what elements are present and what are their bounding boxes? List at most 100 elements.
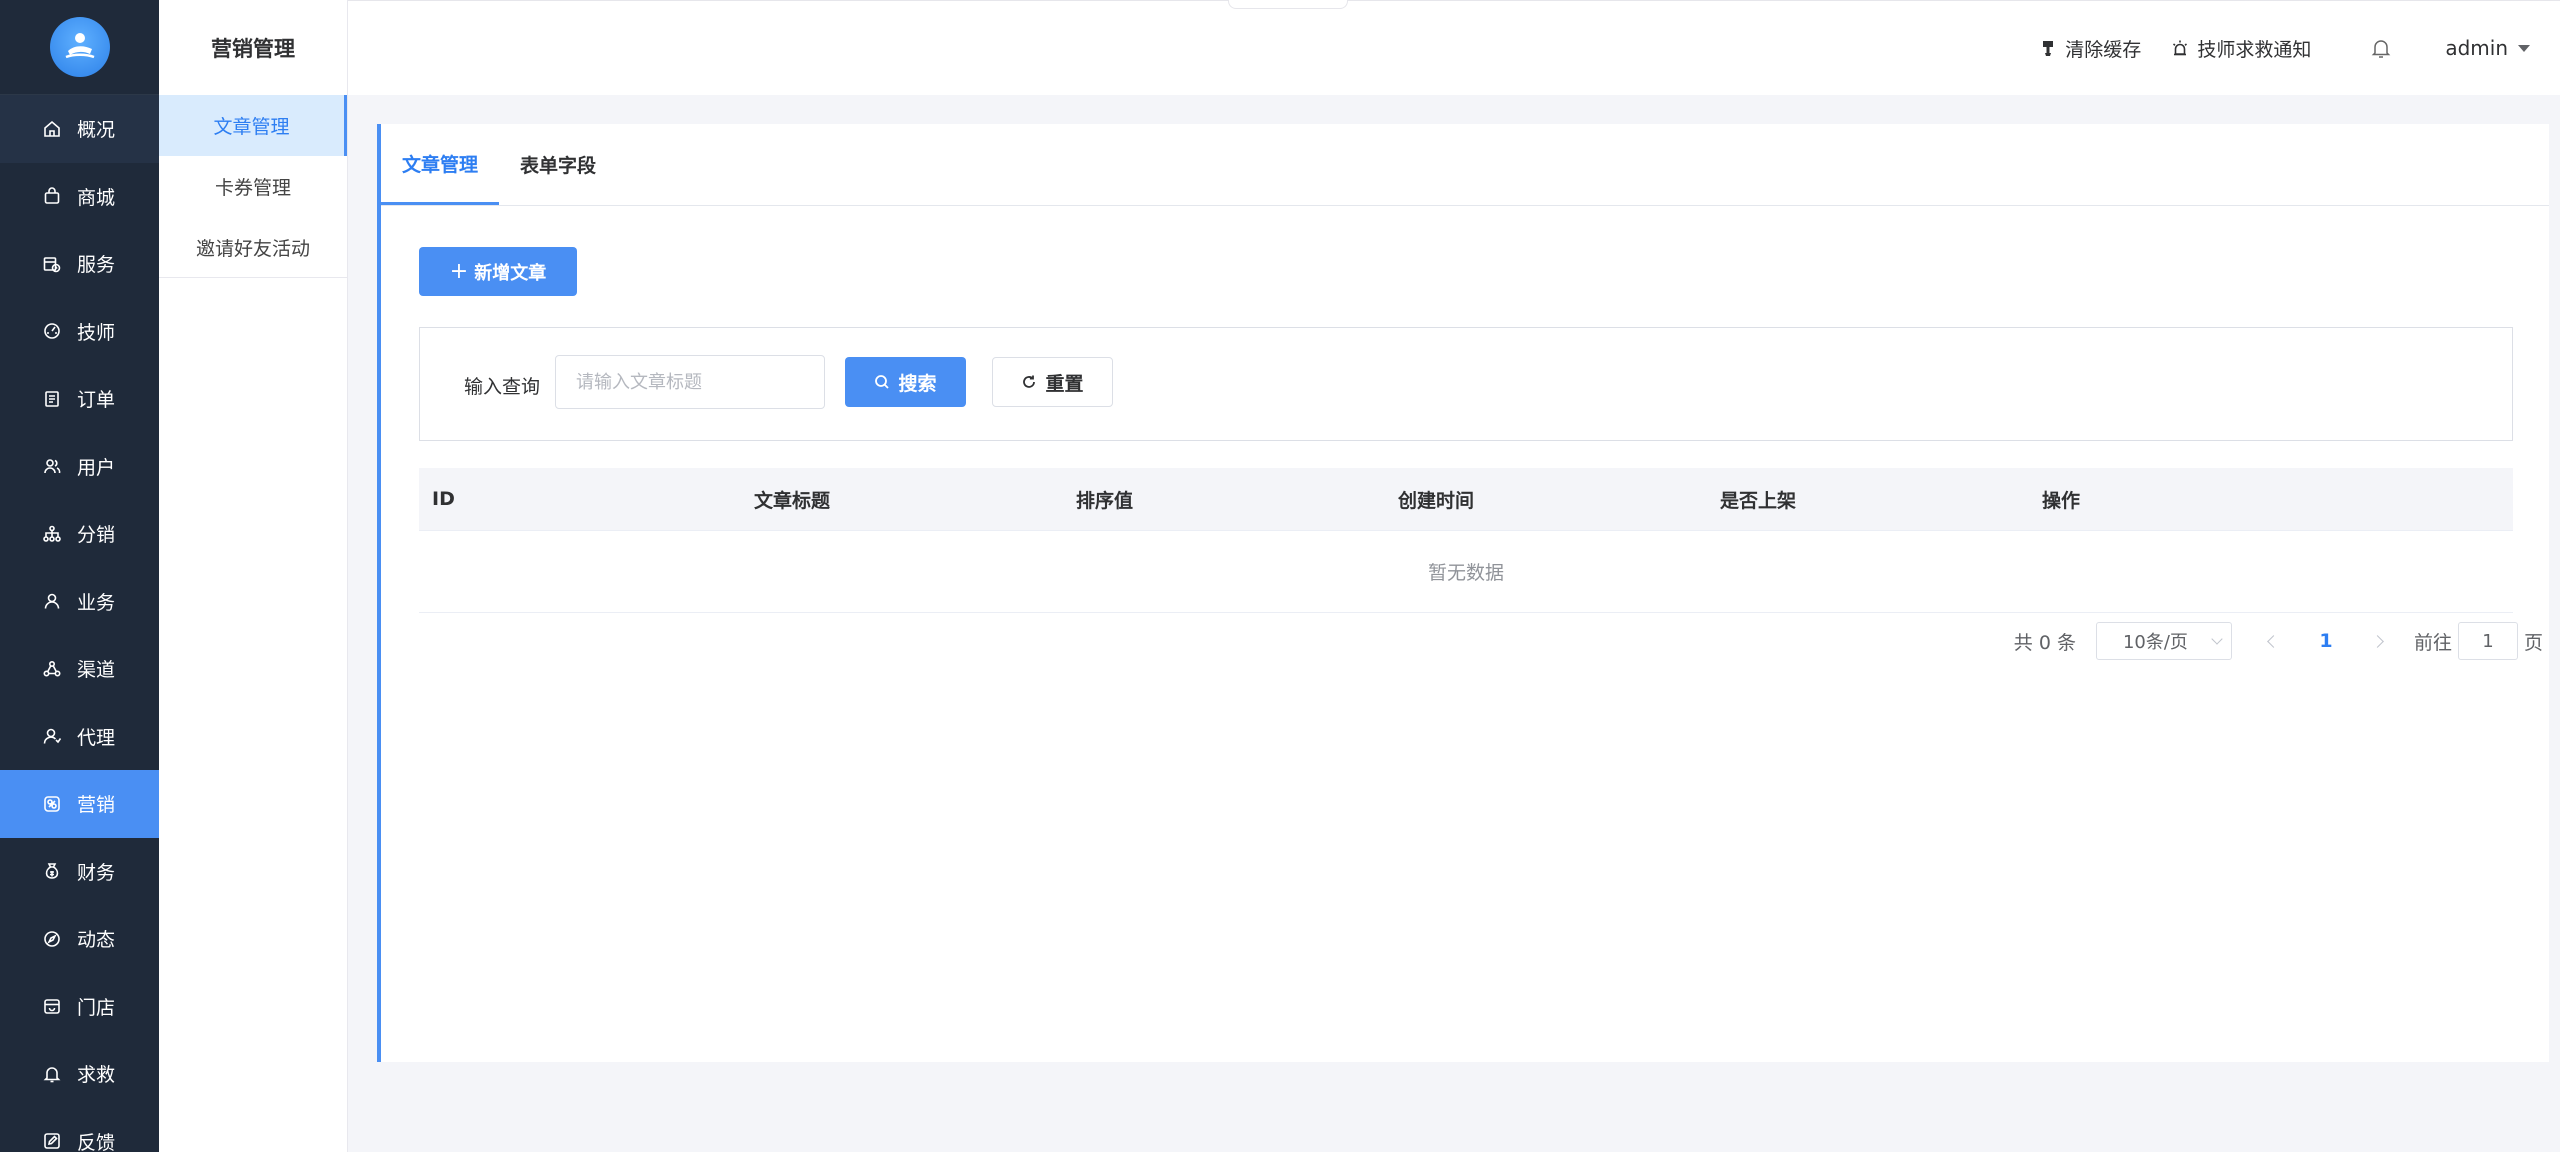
nav-item-feed[interactable]: 动态 bbox=[0, 905, 159, 973]
article-title-search-input[interactable] bbox=[555, 355, 825, 409]
prev-page-button[interactable] bbox=[2256, 634, 2292, 648]
filter-label: 输入查询 bbox=[464, 376, 541, 398]
marketing-icon bbox=[42, 794, 62, 814]
empty-state: 暂无数据 bbox=[419, 531, 2513, 613]
logo-area bbox=[0, 0, 159, 95]
nav-item-label: 服务 bbox=[77, 254, 116, 277]
nav-item-label: 动态 bbox=[77, 929, 116, 952]
nav-item-users[interactable]: 用户 bbox=[0, 433, 159, 501]
chevron-right-icon bbox=[2371, 634, 2385, 648]
nav-item-overview[interactable]: 概况 bbox=[0, 95, 159, 163]
clear-cache-label: 清除缓存 bbox=[2065, 38, 2142, 61]
nav-item-label: 概况 bbox=[77, 119, 116, 142]
nav-item-agent[interactable]: 代理 bbox=[0, 703, 159, 771]
column-header-published: 是否上架 bbox=[1720, 489, 1797, 512]
search-icon bbox=[875, 375, 890, 389]
next-page-button[interactable] bbox=[2360, 634, 2396, 648]
chevron-left-icon bbox=[2267, 634, 2281, 648]
nav-item-label: 订单 bbox=[77, 389, 116, 412]
pagination: 共 0 条 10条/页 1 前往 页 bbox=[2014, 622, 2543, 660]
nav-item-label: 商城 bbox=[77, 186, 116, 209]
nav-item-label: 渠道 bbox=[77, 659, 116, 682]
search-button[interactable]: 搜索 bbox=[845, 357, 966, 407]
store-icon bbox=[42, 996, 62, 1016]
collapse-handle[interactable] bbox=[1228, 0, 1348, 9]
nav-item-store[interactable]: 门店 bbox=[0, 973, 159, 1041]
dashboard-icon bbox=[42, 321, 62, 341]
nav-item-mall[interactable]: 商城 bbox=[0, 163, 159, 231]
table-header: ID 文章标题 排序值 创建时间 是否上架 操作 bbox=[419, 468, 2513, 531]
shopping-bag-icon bbox=[42, 186, 62, 206]
page-size-select[interactable]: 10条/页 bbox=[2095, 622, 2232, 660]
sos-notice-button[interactable]: 技师求救通知 bbox=[2171, 35, 2311, 62]
page-size-value: 10条/页 bbox=[2122, 632, 2188, 653]
nav-item-distribution[interactable]: 分销 bbox=[0, 500, 159, 568]
column-header-id: ID bbox=[432, 488, 455, 510]
sos-notice-label: 技师求救通知 bbox=[2197, 38, 2312, 61]
nav-item-feedback[interactable]: 反馈 bbox=[0, 1108, 159, 1152]
nav-item-finance[interactable]: 财务 bbox=[0, 838, 159, 906]
nav-item-label: 用户 bbox=[77, 456, 116, 479]
users-icon bbox=[42, 456, 62, 476]
user-menu[interactable]: admin bbox=[2445, 36, 2530, 60]
goto-page-input[interactable] bbox=[2457, 622, 2518, 660]
main-sidebar: 概况 商城 服务 技师 订单 用户 分销 业务 渠道 代理 营销 财务 动态 门… bbox=[0, 0, 159, 1152]
app-logo[interactable] bbox=[49, 17, 110, 77]
nav-item-label: 代理 bbox=[77, 726, 116, 749]
sub-sidebar-title: 营销管理 bbox=[211, 36, 295, 61]
nav-item-label: 反馈 bbox=[77, 1131, 116, 1152]
clear-cache-button[interactable]: 清除缓存 bbox=[2039, 35, 2141, 62]
compass-icon bbox=[42, 929, 62, 949]
brush-icon bbox=[2043, 41, 2054, 56]
nav-item-order[interactable]: 订单 bbox=[0, 365, 159, 433]
sub-item-coupon-management[interactable]: 卡券管理 bbox=[159, 156, 347, 217]
network-icon bbox=[42, 524, 62, 544]
add-article-label: 新增文章 bbox=[474, 262, 547, 284]
add-article-button[interactable]: + 新增文章 bbox=[419, 247, 577, 296]
nav-item-label: 门店 bbox=[77, 996, 116, 1019]
channel-icon bbox=[42, 659, 62, 679]
refresh-icon bbox=[1023, 375, 1036, 388]
chevron-down-icon bbox=[2211, 633, 2223, 645]
nav-item-label: 营销 bbox=[77, 794, 116, 817]
pagination-total: 共 0 条 bbox=[2013, 631, 2076, 654]
page-number[interactable]: 1 bbox=[2292, 630, 2360, 652]
notification-bell-icon[interactable] bbox=[2369, 36, 2393, 60]
column-header-actions: 操作 bbox=[2042, 489, 2081, 512]
service-calendar-icon bbox=[42, 254, 62, 274]
money-bag-icon bbox=[42, 861, 62, 881]
column-header-created: 创建时间 bbox=[1398, 489, 1475, 512]
nav-item-label: 求救 bbox=[77, 1064, 116, 1087]
nav-item-sos[interactable]: 求救 bbox=[0, 1040, 159, 1108]
nav-item-business[interactable]: 业务 bbox=[0, 568, 159, 636]
nav-item-service[interactable]: 服务 bbox=[0, 230, 159, 298]
tab-article-management[interactable]: 文章管理 bbox=[381, 124, 500, 205]
agent-icon bbox=[42, 726, 62, 746]
column-header-sort: 排序值 bbox=[1076, 489, 1134, 512]
nav-item-label: 技师 bbox=[77, 321, 116, 344]
search-label: 搜索 bbox=[898, 372, 937, 395]
edit-icon bbox=[42, 1131, 62, 1151]
nav-item-marketing[interactable]: 营销 bbox=[0, 770, 159, 838]
sub-item-invite-friends[interactable]: 邀请好友活动 bbox=[159, 217, 347, 278]
main-nav: 概况 商城 服务 技师 订单 用户 分销 业务 渠道 代理 营销 财务 动态 门… bbox=[0, 95, 159, 1152]
tab-form-fields[interactable]: 表单字段 bbox=[499, 124, 617, 205]
plus-icon: + bbox=[449, 259, 469, 284]
document-icon bbox=[42, 389, 62, 409]
goto-suffix: 页 bbox=[2523, 631, 2543, 654]
article-table: ID 文章标题 排序值 创建时间 是否上架 操作 暂无数据 bbox=[419, 468, 2513, 613]
top-header: 清除缓存 技师求救通知 admin bbox=[348, 0, 2560, 95]
nav-item-label: 分销 bbox=[77, 524, 116, 547]
goto-page: 前往 页 bbox=[2414, 622, 2543, 660]
sub-item-article-management[interactable]: 文章管理 bbox=[159, 95, 347, 156]
username: admin bbox=[2445, 36, 2508, 60]
nav-item-channel[interactable]: 渠道 bbox=[0, 635, 159, 703]
filter-panel: 输入查询 搜索 重置 bbox=[419, 327, 2513, 441]
massage-logo-icon bbox=[65, 33, 94, 59]
nav-item-technician[interactable]: 技师 bbox=[0, 298, 159, 366]
sub-sidebar: 营销管理 文章管理 卡券管理 邀请好友活动 bbox=[159, 0, 348, 1152]
bell-icon bbox=[42, 1064, 62, 1084]
reset-button[interactable]: 重置 bbox=[992, 357, 1113, 407]
home-icon bbox=[42, 119, 62, 139]
alarm-icon bbox=[2173, 40, 2188, 56]
